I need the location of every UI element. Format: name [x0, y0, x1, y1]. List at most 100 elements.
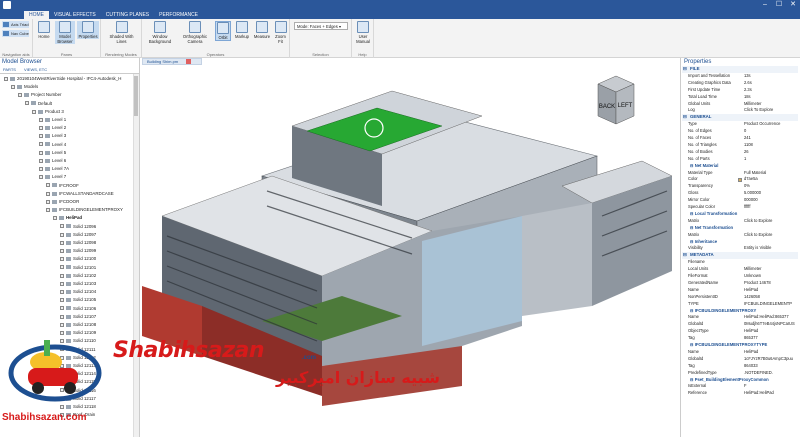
tree-node[interactable]: Level 1 — [39, 116, 66, 123]
expand-toggle-icon[interactable] — [18, 93, 22, 98]
property-subsection[interactable]: ⊟ Net Material — [690, 163, 798, 170]
markup-button[interactable]: Markup — [233, 21, 251, 39]
tab-performance[interactable]: PERFORMANCE — [154, 11, 203, 19]
tree-node[interactable]: IFCWALLSTANDARDCASE — [46, 190, 114, 197]
tree-node[interactable]: Solid 12106 — [60, 305, 96, 312]
property-subsection[interactable]: ⊟ Local Transformation — [690, 211, 798, 218]
tree-node[interactable]: IFCBUILDINGELEMENTPROXY — [46, 206, 123, 213]
nav-cube-left-label[interactable]: LEFT — [618, 103, 633, 109]
tree-node[interactable]: Solid 12099 — [60, 247, 96, 254]
property-value[interactable]: Full Material — [744, 170, 766, 177]
property-subsection[interactable]: ⊟ IFCBUILDINGELEMENTPROXYTYPE — [690, 342, 798, 349]
property-value[interactable]: Product 14678 — [744, 280, 771, 287]
property-value[interactable]: d7ae5a — [744, 176, 758, 183]
tree-scrollbar[interactable] — [133, 74, 139, 437]
property-section[interactable]: ⊟ GENERAL — [682, 114, 798, 122]
minimize-icon[interactable]: – — [758, 0, 772, 10]
node-bullet-icon[interactable] — [60, 281, 64, 286]
node-bullet-icon[interactable] — [60, 265, 64, 270]
property-subsection[interactable]: ⊟ Inheritance — [690, 239, 798, 246]
property-value[interactable]: 1426058 — [744, 294, 760, 301]
tree-node[interactable]: Solid 12105 — [60, 296, 96, 303]
property-value[interactable]: Click To Explore — [744, 107, 773, 114]
tree-node[interactable]: IFCROOF — [46, 182, 79, 189]
node-bullet-icon[interactable] — [60, 224, 64, 229]
property-value[interactable]: 0Mudjh6T7eB44jsNPCaIUS — [744, 321, 795, 328]
maximize-icon[interactable]: ☐ — [772, 0, 786, 10]
property-section[interactable]: ⊟ METADATA — [682, 252, 798, 260]
expand-toggle-icon[interactable] — [46, 208, 50, 213]
expand-toggle-icon[interactable] — [25, 101, 29, 106]
expand-toggle-icon[interactable] — [39, 134, 43, 139]
nav-cube[interactable]: BACK LEFT — [592, 74, 640, 132]
selection-mode-dropdown[interactable]: Mode: Faces + Edges ▾ — [294, 22, 348, 30]
property-subsection[interactable]: ⊟ IFCBUILDINGELEMENTPROXY — [690, 308, 798, 315]
property-value[interactable]: HeliPad — [744, 349, 758, 356]
property-value[interactable]: 2.6s — [744, 80, 752, 87]
collapse-icon[interactable]: ⊟ — [683, 114, 687, 121]
viewport-tab-close-icon[interactable] — [186, 59, 191, 64]
close-icon[interactable]: ✕ — [786, 0, 800, 10]
property-value[interactable]: 26 — [744, 149, 749, 156]
expand-toggle-icon[interactable] — [53, 216, 57, 221]
expand-toggle-icon[interactable] — [39, 126, 43, 131]
expand-toggle-icon[interactable] — [46, 191, 50, 196]
expand-toggle-icon[interactable] — [39, 117, 43, 122]
tree-node[interactable]: Solid 12098 — [60, 239, 96, 246]
tab-visual-effects[interactable]: VISUAL EFFECTS — [49, 11, 101, 19]
property-value[interactable]: 2.3s — [744, 87, 752, 94]
tab-views[interactable]: VIEWS, ETC — [24, 67, 47, 72]
property-value[interactable]: 1108 — [744, 142, 753, 149]
axis-triad-button[interactable]: Axis Triad — [2, 21, 29, 28]
node-bullet-icon[interactable] — [60, 249, 64, 254]
window-background-button[interactable]: Window Background — [144, 21, 176, 44]
tree-node[interactable]: Product 3 — [32, 108, 64, 115]
property-subsection[interactable]: ⊟ Pset_BuildingElementProxyCommon — [690, 377, 798, 384]
property-value[interactable]: 13s — [744, 73, 751, 80]
property-value[interactable]: 18s — [744, 94, 751, 101]
collapse-icon[interactable]: ⊟ — [683, 252, 687, 259]
property-value[interactable]: HeliPad:HeliPad:865377 — [744, 314, 789, 321]
property-value[interactable]: 1 — [744, 156, 746, 163]
property-value[interactable]: 865377 — [744, 335, 758, 342]
node-bullet-icon[interactable] — [60, 232, 64, 237]
orbit-button[interactable]: Orbit — [215, 21, 231, 41]
tree-node[interactable]: 20190104WestRiverSide Hospital - IFC4-Au… — [4, 75, 121, 82]
tree-node[interactable]: Project Number — [18, 91, 62, 98]
property-value[interactable]: F — [744, 383, 747, 390]
property-value[interactable]: 1cFJYzR7B0u6AmpC3puu — [744, 356, 793, 363]
expand-toggle-icon[interactable] — [39, 142, 43, 147]
node-bullet-icon[interactable] — [60, 306, 64, 311]
property-value[interactable]: Click to Explore — [744, 218, 772, 225]
property-section[interactable]: ⊟ FILE — [682, 66, 798, 73]
tree-node[interactable]: Level 5 — [39, 149, 66, 156]
tree-node[interactable]: Level 4 — [39, 141, 66, 148]
expand-toggle-icon[interactable] — [32, 109, 36, 114]
orthographic-camera-button[interactable]: Orthographic Camera — [178, 21, 212, 44]
tree-node[interactable]: Level 7A — [39, 165, 69, 172]
color-swatch[interactable] — [738, 177, 742, 182]
property-value[interactable]: 000000 — [744, 197, 758, 204]
property-value[interactable]: Millimeter — [744, 266, 762, 273]
properties-button[interactable]: Properties — [77, 21, 99, 39]
property-value[interactable]: IFCBUILDINGELEMENTP — [744, 301, 792, 308]
expand-toggle-icon[interactable] — [11, 85, 15, 90]
property-value[interactable]: Millimeter — [744, 101, 762, 108]
tab-parts[interactable]: PARTS — [3, 67, 16, 72]
tree-node[interactable]: Solid 12100 — [60, 255, 96, 262]
tree-node[interactable]: Level 7 — [39, 173, 66, 180]
tree-node[interactable]: IFCDOOR — [46, 198, 79, 205]
property-value[interactable]: HeliPad:HeliPad — [744, 390, 774, 397]
zoom-fit-button[interactable]: Zoom Fit — [273, 21, 288, 44]
user-manual-button[interactable]: User Manual — [354, 21, 372, 44]
tree-node[interactable]: Solid 12102 — [60, 272, 96, 279]
tree-node[interactable]: Solid 12097 — [60, 231, 96, 238]
property-value[interactable]: ffffff — [744, 204, 750, 211]
node-bullet-icon[interactable] — [60, 290, 64, 295]
tree-node[interactable]: Solid 12104 — [60, 288, 96, 295]
property-value[interactable]: Click to Explore — [744, 232, 772, 239]
property-value[interactable]: Entity is Visible — [744, 245, 771, 252]
model-browser-button[interactable]: Model Browser — [55, 21, 75, 44]
tree-node[interactable]: Level 6 — [39, 157, 66, 164]
tree-node[interactable]: Solid 12101 — [60, 264, 96, 271]
